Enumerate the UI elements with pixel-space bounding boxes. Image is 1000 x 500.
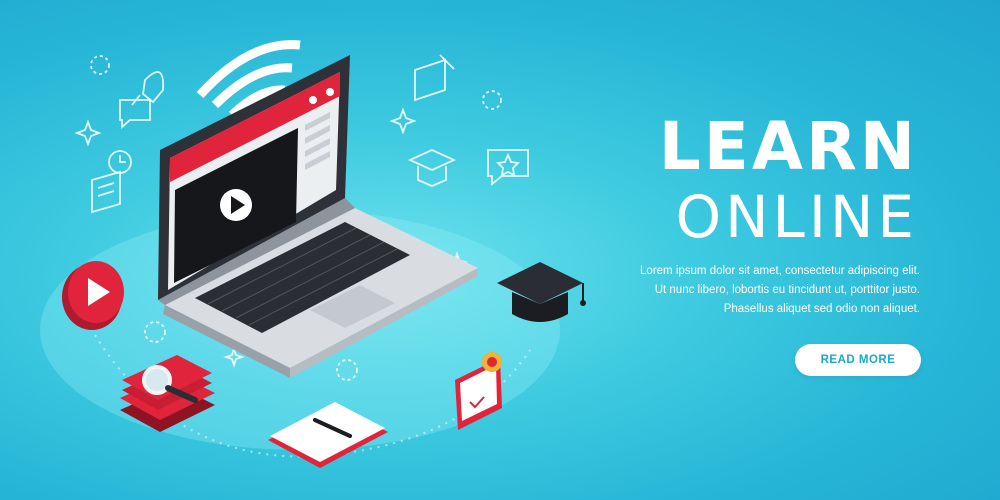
hero-description: Lorem ipsum dolor sit amet, consectetur … [600, 262, 920, 319]
hero-title-line1: LEARN [658, 108, 918, 185]
sparkle-icon [389, 107, 417, 135]
learning-illustration [40, 40, 586, 468]
description-line: Phasellus aliquet sed odio non aliquet. [723, 303, 920, 315]
dashed-circle-icon [482, 90, 502, 110]
notepad-pencil-icon [414, 54, 455, 102]
graduation-cap-icon [407, 149, 457, 187]
hero-title-line2: ONLINE [675, 183, 918, 251]
sparkle-icon [74, 119, 102, 147]
clock-icon [108, 150, 132, 174]
clipboard-icon [91, 170, 121, 214]
description-line: Ut nunc libero, lobortis eu tincidunt ut… [654, 284, 920, 296]
dashed-circle-icon [90, 55, 110, 75]
hero-title: LEARN ONLINE [659, 112, 918, 252]
hero-banner: LEARN ONLINE Lorem ipsum dolor sit amet,… [0, 0, 1000, 500]
read-more-button[interactable]: READ MORE [795, 344, 921, 376]
chat-icon [119, 99, 151, 129]
description-line: Lorem ipsum dolor sit amet, consectetur … [640, 265, 920, 277]
chat-star-icon [487, 149, 529, 186]
